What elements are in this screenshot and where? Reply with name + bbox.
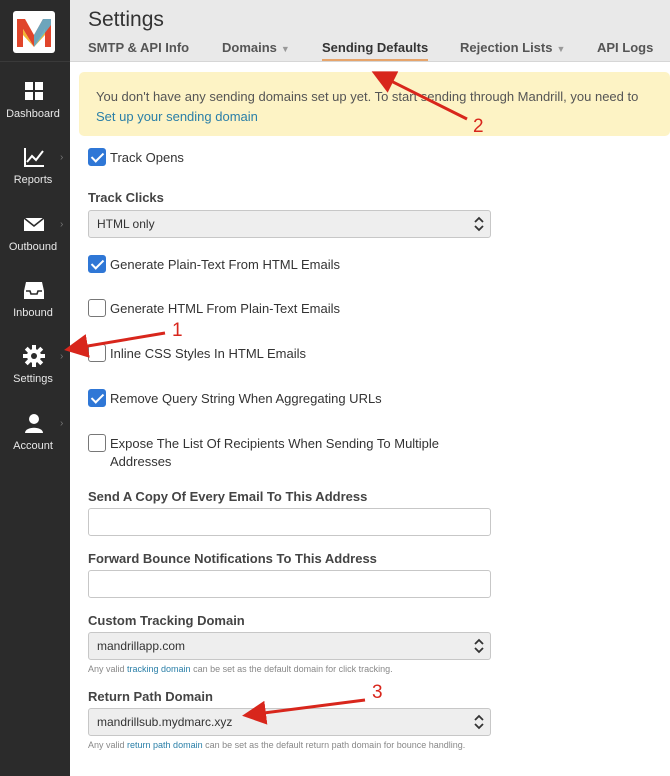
return-path-help: Any valid return path domain can be set … xyxy=(88,740,488,751)
help-text: can be set as the default return path do… xyxy=(202,740,466,750)
tab-label: SMTP & API Info xyxy=(88,40,190,55)
tracking-domain-label: Custom Tracking Domain xyxy=(88,613,245,628)
logo-area xyxy=(0,0,70,62)
sidebar-item-label: Inbound xyxy=(13,307,53,319)
select-arrows-icon xyxy=(474,216,484,232)
help-text: Any valid xyxy=(88,664,128,674)
tab-label: Sending Defaults xyxy=(322,40,429,55)
return-path-help-link[interactable]: return path domain xyxy=(127,740,203,750)
chevron-down-icon: ▼ xyxy=(280,44,290,54)
tab-label: Domains xyxy=(222,40,277,55)
tab-smtp-api-info[interactable]: SMTP & API Info xyxy=(88,40,189,55)
sidebar-item-label: Dashboard xyxy=(6,108,60,120)
mandrill-logo[interactable] xyxy=(13,11,55,53)
annotation-number-3: 3 xyxy=(372,682,383,703)
tab-domains[interactable]: Domains ▼ xyxy=(222,40,290,55)
chevron-right-icon: › xyxy=(60,219,64,230)
sidebar-item-settings[interactable]: Settings › xyxy=(0,331,70,397)
tab-api-logs[interactable]: API Logs xyxy=(597,40,653,55)
chevron-right-icon: › xyxy=(60,418,64,429)
gear-icon xyxy=(23,345,45,367)
sidebar-item-inbound[interactable]: Inbound xyxy=(0,265,70,331)
checkbox-label: Inline CSS Styles In HTML Emails xyxy=(110,346,307,361)
setup-domain-link[interactable]: Set up your sending domain xyxy=(96,109,258,124)
checkbox-label: Track Opens xyxy=(110,150,184,165)
annotation-number-2: 2 xyxy=(473,116,484,137)
select-arrows-icon xyxy=(474,714,484,730)
track-clicks-select[interactable]: HTML only xyxy=(88,210,491,238)
page-header: Settings SMTP & API Info Domains ▼ Sendin… xyxy=(70,0,670,62)
forward-bounce-label: Forward Bounce Notifications To This Add… xyxy=(88,551,377,566)
chevron-down-icon: ▼ xyxy=(556,44,566,54)
track-opens-checkbox[interactable] xyxy=(88,148,106,166)
select-value: HTML only xyxy=(97,217,155,231)
sidebar-item-label: Settings xyxy=(13,373,53,385)
reports-chart-icon xyxy=(24,148,44,167)
select-value: mandrillsub.mydmarc.xyz xyxy=(97,715,233,729)
sidebar-item-outbound[interactable]: Outbound › xyxy=(0,199,70,265)
checkbox-label-line2: Addresses xyxy=(110,454,172,469)
copy-email-label: Send A Copy Of Every Email To This Addre… xyxy=(88,489,368,504)
forward-bounce-input[interactable] xyxy=(88,570,491,598)
sidebar-item-label: Reports xyxy=(13,174,53,186)
help-text: Any valid xyxy=(88,740,128,750)
banner-message: You don't have any sending domains set u… xyxy=(96,89,639,104)
generate-plain-text-checkbox[interactable] xyxy=(88,255,106,273)
select-arrows-icon xyxy=(474,638,484,654)
track-clicks-label: Track Clicks xyxy=(88,190,164,205)
generate-html-checkbox[interactable] xyxy=(88,299,106,317)
dashboard-icon xyxy=(25,82,43,100)
return-path-label: Return Path Domain xyxy=(88,689,213,704)
checkbox-label: Remove Query String When Aggregating URL… xyxy=(110,391,382,406)
tab-rejection-lists[interactable]: Rejection Lists ▼ xyxy=(460,40,565,55)
tab-label: Rejection Lists xyxy=(460,40,553,55)
sidebar-item-label: Outbound xyxy=(8,241,58,253)
inline-css-checkbox[interactable] xyxy=(88,344,106,362)
tab-label: API Logs xyxy=(597,40,654,55)
sidebar-item-label: Account xyxy=(13,440,53,452)
remove-query-string-checkbox[interactable] xyxy=(88,389,106,407)
domain-warning-banner: You don't have any sending domains set u… xyxy=(79,72,670,136)
sidebar-item-reports[interactable]: Reports › xyxy=(0,132,70,198)
checkbox-label: Generate HTML From Plain-Text Emails xyxy=(110,301,340,316)
page-title: Settings xyxy=(88,8,164,31)
select-value: mandrillapp.com xyxy=(97,639,186,653)
tab-sending-defaults[interactable]: Sending Defaults xyxy=(322,40,429,61)
chevron-right-icon: › xyxy=(60,152,64,163)
expose-recipients-checkbox[interactable] xyxy=(88,434,106,452)
sidebar-item-dashboard[interactable]: Dashboard xyxy=(0,66,70,132)
inbox-icon xyxy=(24,282,44,299)
chevron-right-icon: › xyxy=(60,351,64,362)
envelope-icon xyxy=(23,217,45,231)
sidebar-item-account[interactable]: Account › xyxy=(0,398,70,464)
tracking-domain-select[interactable]: mandrillapp.com xyxy=(88,632,491,660)
tracking-domain-help-link[interactable]: tracking domain xyxy=(127,664,191,674)
annotation-number-1: 1 xyxy=(172,320,183,341)
tracking-domain-help: Any valid tracking domain can be set as … xyxy=(88,664,488,675)
checkbox-label: Expose The List Of Recipients When Sendi… xyxy=(110,436,440,451)
checkbox-label: Generate Plain-Text From HTML Emails xyxy=(110,257,340,272)
copy-email-input[interactable] xyxy=(88,508,491,536)
return-path-select[interactable]: mandrillsub.mydmarc.xyz xyxy=(88,708,491,736)
user-icon xyxy=(25,414,43,433)
help-text: can be set as the default domain for cli… xyxy=(190,664,393,674)
sidebar: Dashboard Reports › Outbound › Inbound S… xyxy=(0,0,70,776)
